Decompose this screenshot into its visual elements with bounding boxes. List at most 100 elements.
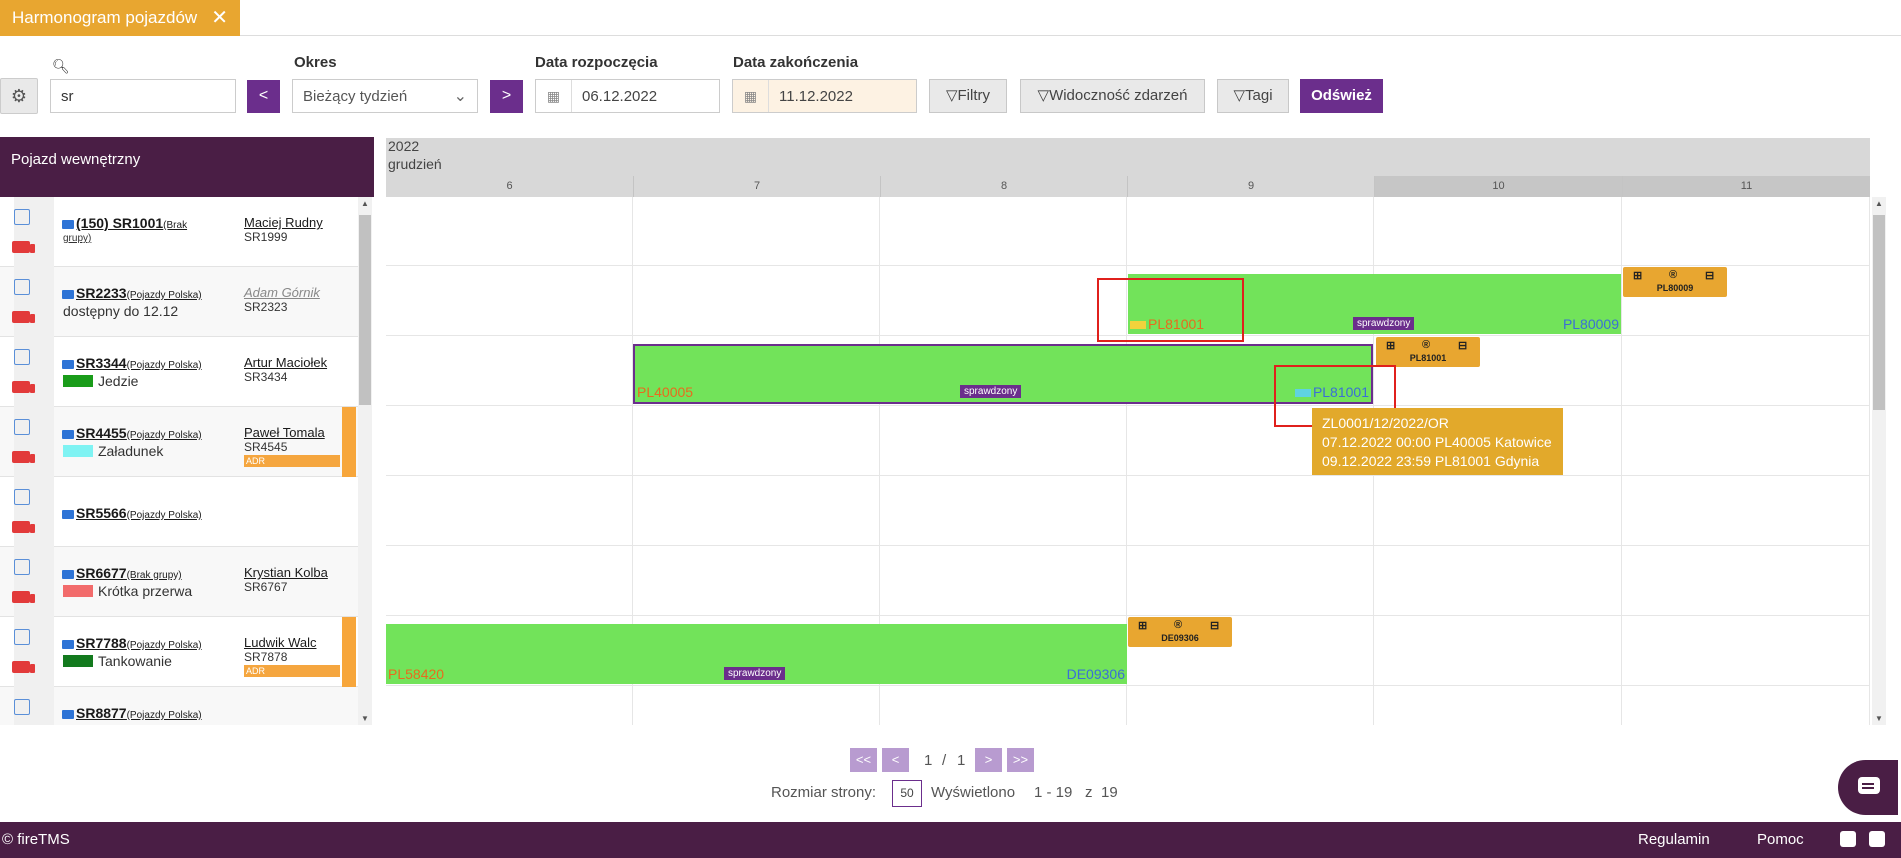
prev-page-button[interactable]: < bbox=[882, 748, 909, 772]
tab-harmonogram[interactable]: Harmonogram pojazdów ✕ bbox=[0, 0, 240, 36]
gantt-scrollbar[interactable]: ▲ ▼ bbox=[1872, 197, 1886, 725]
note-icon[interactable] bbox=[14, 209, 30, 225]
search-input[interactable] bbox=[50, 79, 236, 113]
footer: © fireTMS Regulamin Pomoc bbox=[0, 822, 1901, 858]
chat-button[interactable] bbox=[1838, 760, 1898, 815]
chat-icon[interactable] bbox=[1840, 831, 1856, 847]
terms-link[interactable]: Regulamin bbox=[1638, 831, 1710, 848]
gantt-body: PL81001 sprawdzony PL80009 ⊞ ® ⊟ PL80009… bbox=[386, 197, 1870, 725]
vehicle-status: Jedzie bbox=[63, 373, 138, 389]
driver-name[interactable]: Paweł Tomala bbox=[244, 425, 325, 440]
first-page-button[interactable]: << bbox=[850, 748, 877, 772]
truck-icon[interactable] bbox=[12, 311, 35, 323]
prev-period-button[interactable]: < bbox=[247, 80, 280, 113]
add-icon[interactable]: ⊞ bbox=[1386, 339, 1395, 352]
day-label: 8 bbox=[880, 176, 1127, 197]
driver-name[interactable]: Adam Górnik bbox=[244, 285, 320, 300]
gear-icon[interactable]: ⚙ bbox=[0, 78, 38, 114]
event-box[interactable]: ⊞ ® ⊟ DE09306 bbox=[1128, 617, 1232, 647]
vehicle-name[interactable]: SR4455(Pojazdy Polska) bbox=[62, 425, 202, 441]
okres-label: Okres bbox=[294, 54, 337, 71]
registered-icon[interactable]: ® bbox=[1422, 339, 1430, 351]
event-visibility-button[interactable]: ▽Widoczność zdarzeń bbox=[1020, 79, 1205, 113]
route-bar[interactable]: PL40005 sprawdzony PL81001 bbox=[633, 344, 1373, 404]
vehicle-row[interactable]: SR2233(Pojazdy Polska) dostępny do 12.12… bbox=[0, 267, 358, 337]
note-icon[interactable] bbox=[14, 699, 30, 715]
note-icon[interactable] bbox=[14, 489, 30, 505]
vehicle-row[interactable]: SR6677(Brak grupy) Krótka przerwa Krysti… bbox=[0, 547, 358, 617]
scroll-down-icon[interactable]: ▼ bbox=[361, 714, 369, 723]
driver-name[interactable]: Artur Maciołek bbox=[244, 355, 327, 370]
add-icon[interactable]: ⊞ bbox=[1138, 619, 1147, 632]
truck-icon[interactable] bbox=[12, 521, 35, 533]
adr-badge: ADR bbox=[244, 665, 340, 677]
vehicle-name[interactable]: SR7788(Pojazdy Polska) bbox=[62, 635, 202, 651]
vehicle-name[interactable]: SR3344(Pojazdy Polska) bbox=[62, 355, 202, 371]
vehicle-list-scrollbar[interactable]: ▲ ▼ bbox=[358, 197, 372, 725]
driver-name[interactable]: Krystian Kolba bbox=[244, 565, 328, 580]
vehicle-name[interactable]: SR8877(Pojazdy Polska) bbox=[62, 705, 202, 721]
remove-icon[interactable]: ⊟ bbox=[1210, 619, 1219, 632]
vehicle-row[interactable]: SR7788(Pojazdy Polska) Tankowanie Ludwik… bbox=[0, 617, 358, 687]
scroll-down-icon[interactable]: ▼ bbox=[1875, 714, 1883, 723]
day-label: 11 bbox=[1622, 176, 1870, 197]
event-label: PL81001 bbox=[1409, 353, 1447, 363]
note-icon[interactable] bbox=[14, 629, 30, 645]
page-separator: / bbox=[942, 752, 947, 769]
event-box[interactable]: ⊞ ® ⊟ PL81001 bbox=[1376, 337, 1480, 367]
vehicle-row[interactable]: SR5566(Pojazdy Polska) bbox=[0, 477, 358, 547]
note-icon[interactable] bbox=[14, 419, 30, 435]
truck-icon[interactable] bbox=[12, 591, 35, 603]
verified-badge: sprawdzony bbox=[724, 667, 786, 680]
last-page-button[interactable]: >> bbox=[1007, 748, 1034, 772]
route-bar[interactable]: PL58420 sprawdzony DE09306 bbox=[386, 624, 1127, 684]
day-label: 10 bbox=[1374, 176, 1622, 197]
registered-icon[interactable]: ® bbox=[1174, 619, 1182, 631]
vehicle-name[interactable]: SR5566(Pojazdy Polska) bbox=[62, 505, 202, 521]
driver-name[interactable]: Maciej Rudny bbox=[244, 215, 323, 230]
scroll-up-icon[interactable]: ▲ bbox=[1875, 199, 1883, 208]
tooltip-order: ZL0001/12/2022/OR bbox=[1322, 415, 1449, 431]
okres-select[interactable]: Bieżący tydzień ⌄ bbox=[292, 79, 478, 113]
vehicle-name[interactable]: SR6677(Brak grupy) bbox=[62, 565, 182, 581]
note-icon[interactable] bbox=[14, 349, 30, 365]
vehicle-row[interactable]: (150) SR1001(Brak grupy) Maciej Rudny SR… bbox=[0, 197, 358, 267]
start-date-field[interactable]: ▦ 06.12.2022 bbox=[535, 79, 720, 113]
refresh-button[interactable]: Odśwież bbox=[1300, 79, 1383, 113]
next-period-button[interactable]: > bbox=[490, 80, 523, 113]
truck-icon[interactable] bbox=[12, 661, 35, 673]
remove-icon[interactable]: ⊟ bbox=[1458, 339, 1467, 352]
vehicle-name[interactable]: SR2233(Pojazdy Polska) bbox=[62, 285, 202, 301]
truck-icon bbox=[62, 570, 74, 579]
event-label: PL80009 bbox=[1656, 283, 1694, 293]
chat-icon bbox=[1858, 777, 1880, 794]
end-date-field[interactable]: ▦ 11.12.2022 bbox=[732, 79, 917, 113]
close-icon[interactable]: ✕ bbox=[211, 5, 228, 30]
driver-name[interactable]: Ludwik Walc bbox=[244, 635, 316, 650]
vehicle-row[interactable]: SR3344(Pojazdy Polska) Jedzie Artur Maci… bbox=[0, 337, 358, 407]
vehicle-row[interactable]: SR4455(Pojazdy Polska) Załadunek Paweł T… bbox=[0, 407, 358, 477]
truck-icon bbox=[62, 510, 74, 519]
truck-icon[interactable] bbox=[12, 381, 35, 393]
truck-icon[interactable] bbox=[12, 451, 35, 463]
vehicle-row[interactable]: SR8877(Pojazdy Polska) bbox=[0, 687, 358, 725]
help-link[interactable]: Pomoc bbox=[1757, 831, 1804, 848]
page-size-input[interactable]: 50 bbox=[892, 780, 922, 807]
add-icon[interactable]: ⊞ bbox=[1633, 269, 1642, 282]
tags-button[interactable]: ▽Tagi bbox=[1217, 79, 1289, 113]
truck-icon bbox=[62, 360, 74, 369]
scroll-thumb[interactable] bbox=[359, 215, 371, 405]
filters-button[interactable]: ▽Filtry bbox=[929, 79, 1007, 113]
event-box[interactable]: ⊞ ® ⊟ PL80009 bbox=[1623, 267, 1727, 297]
vehicle-name[interactable]: (150) SR1001(Brak bbox=[62, 215, 187, 231]
facebook-icon[interactable] bbox=[1869, 831, 1885, 847]
remove-icon[interactable]: ⊟ bbox=[1705, 269, 1714, 282]
next-page-button[interactable]: > bbox=[975, 748, 1002, 772]
truck-icon[interactable] bbox=[12, 241, 35, 253]
note-icon[interactable] bbox=[14, 279, 30, 295]
vehicle-status: Krótka przerwa bbox=[63, 583, 192, 599]
scroll-up-icon[interactable]: ▲ bbox=[361, 199, 369, 208]
registered-icon[interactable]: ® bbox=[1669, 269, 1677, 281]
note-icon[interactable] bbox=[14, 559, 30, 575]
scroll-thumb[interactable] bbox=[1873, 215, 1885, 410]
